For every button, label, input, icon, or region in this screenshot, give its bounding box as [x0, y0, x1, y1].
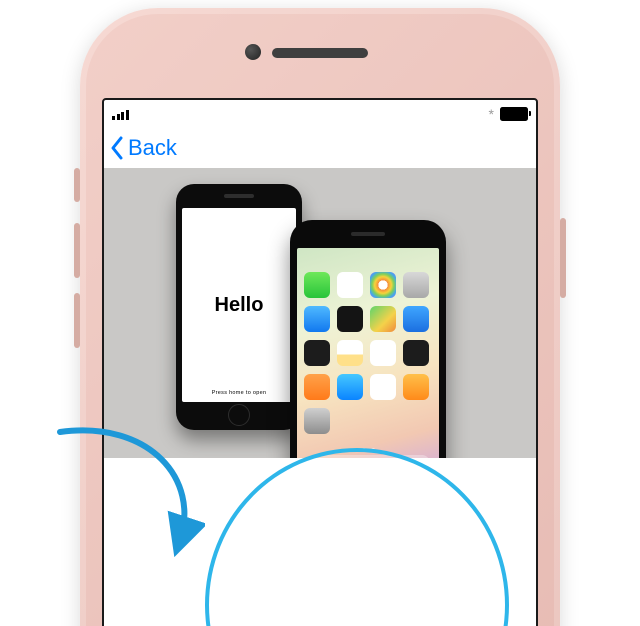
earpiece-speaker [272, 48, 368, 58]
power-button [560, 218, 566, 298]
app-facetime-icon [304, 272, 330, 298]
app-wallet-icon [304, 340, 330, 366]
device-frame: * Back Hello Press home to open [80, 8, 560, 626]
dock [306, 455, 430, 458]
app-calendar-icon [337, 272, 363, 298]
app-appstore-icon [337, 374, 363, 400]
device-screen: * Back Hello Press home to open [102, 98, 538, 626]
cell-signal-icon [112, 108, 129, 120]
status-bar: * [104, 100, 536, 128]
app-camera-icon [403, 272, 429, 298]
app-photos-icon [370, 272, 396, 298]
app-clock-icon [337, 306, 363, 332]
chevron-left-icon[interactable] [110, 136, 124, 160]
volume-up-button [74, 223, 80, 278]
app-reminders-icon [370, 340, 396, 366]
app-stocks-icon [403, 340, 429, 366]
press-home-text: Press home to open [212, 390, 267, 396]
app-health-icon [370, 374, 396, 400]
mute-switch [74, 168, 80, 202]
app-home-icon [403, 374, 429, 400]
app-weather-icon [403, 306, 429, 332]
volume-down-button [74, 293, 80, 348]
hello-phone-graphic: Hello Press home to open [176, 184, 302, 430]
nav-bar: Back [104, 128, 536, 168]
app-settings-icon [304, 408, 330, 434]
app-mail-icon [304, 306, 330, 332]
home-button-icon [228, 404, 250, 426]
setup-illustration: Hello Press home to open [104, 168, 536, 458]
hello-text: Hello [215, 294, 264, 317]
page-dots-icon [297, 448, 439, 452]
bluetooth-icon: * [489, 106, 494, 122]
homescreen-phone-graphic [290, 220, 446, 458]
app-notes-icon [337, 340, 363, 366]
app-ibooks-icon [304, 374, 330, 400]
app-maps-icon [370, 306, 396, 332]
front-camera [245, 44, 261, 60]
battery-icon [500, 107, 528, 121]
back-button[interactable]: Back [128, 135, 177, 161]
